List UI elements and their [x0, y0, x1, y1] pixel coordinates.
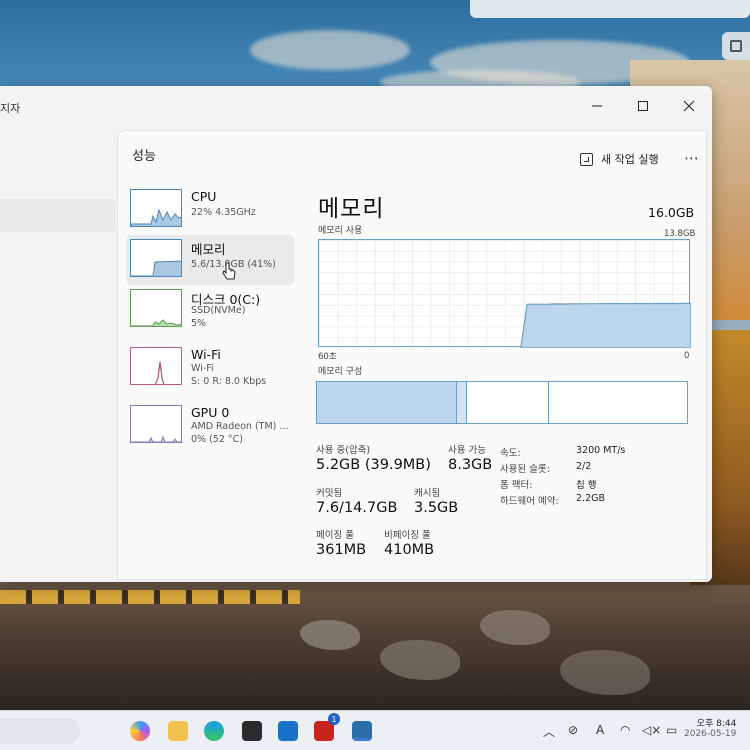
perf-item-name: GPU 0 — [191, 405, 230, 420]
taskbar-search[interactable] — [0, 718, 80, 744]
run-new-task-button[interactable]: 새 작업 실행 — [580, 151, 659, 167]
edge-icon[interactable] — [204, 721, 224, 741]
gpu-thumbnail-graph — [130, 405, 182, 443]
hand-cursor-icon — [222, 262, 236, 280]
perf-item-detail: SSD(NVMe) — [191, 305, 246, 316]
clock-time: 오후 8:44 — [696, 719, 737, 729]
perf-item-name: 메모리 — [191, 242, 226, 257]
graph-axis-right: 0 — [684, 351, 690, 361]
perf-item-cpu[interactable]: CPU 22% 4.35GHz — [126, 185, 294, 235]
screenshot-widget[interactable] — [722, 32, 750, 60]
graph-axis-left: 60초 — [318, 352, 337, 362]
more-options-button[interactable]: ⋯ — [684, 149, 700, 167]
hw-reserved-value: 2.2GB — [576, 493, 605, 504]
performance-panel: 성능 새 작업 실행 ⋯ CPU 22% 4.35GHz 메모리 5.6/13.… — [117, 130, 707, 580]
store-icon[interactable] — [242, 721, 262, 741]
memory-composition-label: 메모리 구성 — [318, 367, 363, 377]
nonpaged-pool-label: 비페이징 풀 — [384, 530, 431, 541]
composition-modified — [457, 382, 467, 423]
perf-item-detail: 22% 4.35GHz — [191, 207, 256, 218]
nonpaged-pool-value: 410MB — [384, 542, 435, 558]
capture-icon — [730, 40, 742, 52]
close-icon — [683, 100, 695, 112]
memory-usage-graph — [318, 239, 691, 348]
memory-total: 16.0GB — [648, 205, 695, 220]
perf-item-detail-2: 5% — [191, 318, 207, 329]
memory-usage-area — [520, 302, 691, 348]
close-button[interactable] — [666, 86, 712, 126]
perf-item-detail: AMD Radeon (TM) ... — [191, 421, 289, 432]
notification-badge: 1 — [328, 713, 340, 725]
battery-icon[interactable]: ▭ — [666, 723, 677, 737]
committed-value: 7.6/14.7GB — [316, 500, 398, 516]
form-factor-key: 폼 팩터: — [500, 480, 533, 491]
perf-item-name: Wi-Fi — [191, 347, 221, 362]
volume-icon[interactable]: ◁× — [642, 723, 661, 737]
in-use-value: 5.2GB (39.9MB) — [316, 457, 431, 473]
wifi-thumbnail-graph — [130, 347, 182, 385]
run-task-label: 새 작업 실행 — [601, 153, 659, 166]
file-explorer-icon[interactable] — [168, 721, 188, 741]
perf-item-disk[interactable]: 디스크 0(C:) SSD(NVMe) 5% — [126, 285, 294, 335]
top-widget — [470, 0, 750, 18]
chevron-up-icon[interactable]: ︿ — [543, 723, 555, 740]
memory-usage-max: 13.8GB — [664, 229, 696, 239]
minimize-button[interactable] — [574, 86, 620, 126]
disk-thumbnail-graph — [130, 289, 182, 327]
window-controls — [574, 86, 712, 126]
speed-value: 3200 MT/s — [576, 445, 626, 456]
speed-key: 속도: — [500, 448, 521, 459]
page-title: 성능 — [132, 149, 156, 164]
cached-label: 캐시됨 — [414, 488, 441, 499]
available-label: 사용 가능 — [448, 445, 486, 456]
memory-composition-bar — [316, 381, 688, 424]
window-title: 지자 — [0, 102, 21, 115]
perf-item-wifi[interactable]: Wi-Fi Wi-Fi S: 0 R: 8.0 Kbps — [126, 343, 294, 393]
form-factor-value: 칩 행 — [576, 480, 597, 491]
perf-item-detail-2: 0% (52 °C) — [191, 434, 243, 445]
committed-label: 커밋됨 — [316, 488, 343, 499]
sidebar-item-performance[interactable] — [0, 199, 115, 232]
hw-reserved-key: 하드웨어 예약: — [500, 496, 559, 507]
perf-item-detail: Wi-Fi — [191, 363, 214, 374]
composition-in-use — [317, 382, 457, 423]
slots-value: 2/2 — [576, 461, 592, 472]
wifi-icon[interactable]: ◠ — [620, 723, 630, 737]
composition-standby — [467, 382, 549, 423]
task-manager-taskbar-icon[interactable] — [352, 721, 372, 741]
maximize-button[interactable] — [620, 86, 666, 126]
perf-item-detail-2: S: 0 R: 8.0 Kbps — [191, 376, 267, 387]
memory-usage-label: 메모리 사용 — [318, 226, 363, 236]
maximize-icon — [638, 101, 648, 111]
minimize-icon — [592, 105, 602, 107]
outlook-icon[interactable] — [278, 721, 298, 741]
composition-free — [549, 382, 687, 423]
available-value: 8.3GB — [448, 457, 493, 473]
perf-item-memory[interactable]: 메모리 5.6/13.8GB (41%) — [126, 235, 294, 285]
clock-date: 2026-05-19 — [684, 729, 737, 739]
taskbar-clock[interactable]: 오후 8:44 2026-05-19 — [684, 716, 736, 739]
cached-value: 3.5GB — [414, 500, 459, 516]
perf-item-gpu[interactable]: GPU 0 AMD Radeon (TM) ... 0% (52 °C) — [126, 401, 294, 451]
cpu-thumbnail-graph — [130, 189, 182, 227]
slots-key: 사용된 슬롯: — [500, 464, 550, 475]
memory-thumbnail-graph — [130, 239, 182, 277]
memory-title: 메모리 — [318, 196, 385, 222]
run-task-icon — [580, 152, 593, 166]
task-manager-window: 지자 성능 새 작업 실행 ⋯ CPU 22% 4.35GHz 메모리 5.6/… — [0, 86, 712, 582]
in-use-label: 사용 중(압축) — [316, 445, 371, 456]
paged-pool-label: 페이징 풀 — [316, 530, 354, 541]
perf-item-name: CPU — [191, 189, 217, 204]
accessibility-icon[interactable]: ⊘ — [568, 723, 578, 737]
copilot-icon[interactable] — [130, 721, 150, 741]
paged-pool-value: 361MB — [316, 542, 367, 558]
taskbar: 1 ︿ ⊘ A ◠ ◁× ▭ 오후 8:44 2026-05-19 — [0, 710, 750, 750]
input-indicator[interactable]: A — [596, 723, 604, 737]
